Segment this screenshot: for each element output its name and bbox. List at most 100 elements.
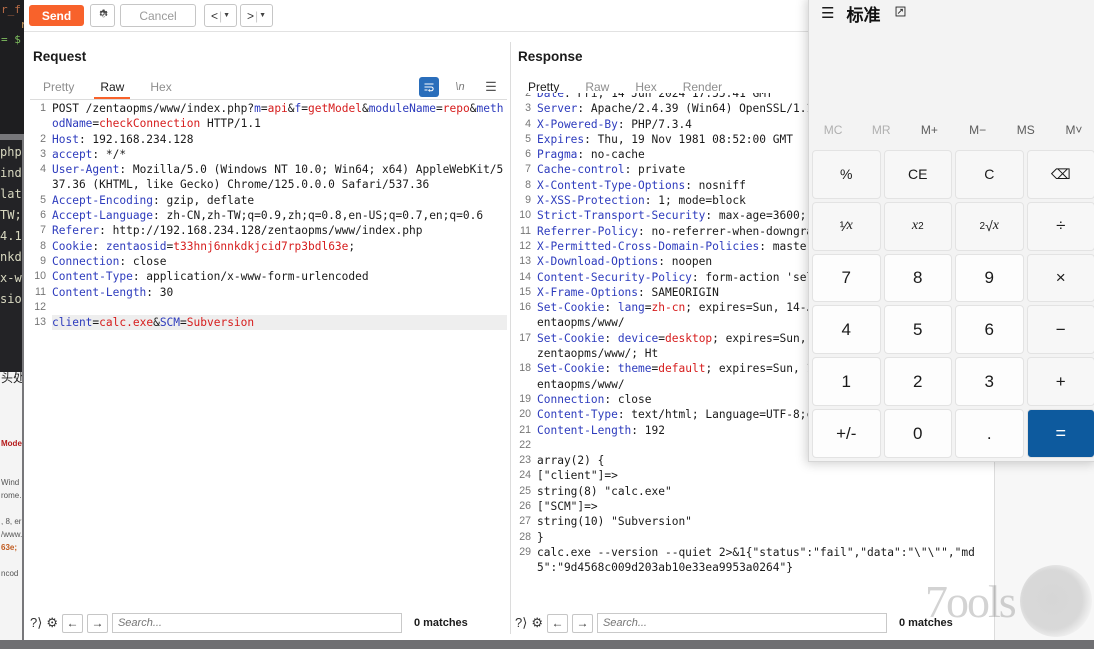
line-number: 5 bbox=[40, 193, 46, 206]
calculator-key-digit-3[interactable]: 3 bbox=[955, 357, 1024, 407]
calculator-key-decimal-point[interactable]: . bbox=[955, 409, 1024, 458]
code-line: 29 calc.exe --version --quiet 2>&1{"statu… bbox=[515, 545, 992, 576]
code-line: 25 string(8) "calc.exe" bbox=[515, 484, 992, 499]
calculator-key-divide[interactable]: ÷ bbox=[1026, 201, 1094, 251]
code-line-text: Accept-Language: zh-CN,zh-TW;q=0.9,zh;q=… bbox=[52, 209, 484, 223]
code-line: 9 Connection: close bbox=[30, 254, 507, 269]
code-line: 6 Accept-Language: zh-CN,zh-TW;q=0.9,zh;q… bbox=[30, 208, 507, 223]
background-browser-window: 头处 Mode Wind rome. , 8, er /www. 63e; nc… bbox=[0, 372, 22, 649]
calculator-key-equals[interactable]: = bbox=[1026, 409, 1094, 458]
code-line-text: User-Agent: Mozilla/5.0 (Windows NT 10.0… bbox=[52, 163, 504, 192]
background-terminal-line: re bbox=[20, 18, 24, 31]
search-settings-icon[interactable]: ⚙ bbox=[46, 615, 58, 631]
code-line: 8 Cookie: zentaosid=t33hnj6nnkdkjcid7rp3b… bbox=[30, 239, 507, 254]
background-terminal-line: r_f bbox=[1, 3, 21, 16]
calculator-memory-m[interactable]: M− bbox=[954, 115, 1002, 145]
line-number: 9 bbox=[40, 254, 46, 267]
calculator-key-clear[interactable]: C bbox=[955, 150, 1024, 199]
settings-button[interactable] bbox=[90, 4, 115, 27]
calculator-key-add[interactable]: + bbox=[1026, 357, 1094, 407]
chevron-right-icon: > bbox=[246, 8, 254, 23]
background-sliver-line: 63e; bbox=[1, 543, 18, 552]
background-sliver-line: , 8, er bbox=[1, 517, 22, 526]
tab-request-raw[interactable]: Raw bbox=[87, 75, 137, 99]
chevron-down-icon[interactable]: ▼ bbox=[259, 12, 266, 19]
code-line: 28} bbox=[515, 530, 992, 545]
calculator-memory-ms[interactable]: MS bbox=[1002, 115, 1050, 145]
previous-request-button[interactable]: < | ▼ bbox=[204, 4, 237, 27]
calculator-memory-mc[interactable]: MC bbox=[809, 115, 857, 145]
newline-icon[interactable]: \n bbox=[450, 77, 470, 97]
calculator-key-multiply[interactable]: × bbox=[1026, 253, 1094, 303]
line-number: 6 bbox=[40, 209, 46, 222]
word-wrap-icon[interactable] bbox=[419, 77, 439, 97]
calculator-key-digit-7[interactable]: 7 bbox=[812, 253, 881, 303]
help-icon[interactable]: ?⟩ bbox=[30, 615, 42, 631]
line-number: 1 bbox=[40, 102, 46, 114]
calculator-key-digit-2[interactable]: 2 bbox=[883, 357, 952, 407]
calculator-memory-m[interactable]: M˅ bbox=[1050, 115, 1094, 145]
code-line: 1 POST /zentaopms/www/index.php?m=api&f=g… bbox=[30, 101, 507, 132]
calculator-key-percent[interactable]: % bbox=[812, 150, 881, 199]
calculator-key-digit-4[interactable]: 4 bbox=[812, 305, 881, 355]
search-prev-button[interactable]: ← bbox=[546, 613, 568, 633]
calculator-key-digit-1[interactable]: 1 bbox=[812, 357, 881, 407]
background-sliver-line: /www. bbox=[1, 530, 22, 539]
keep-on-top-icon[interactable] bbox=[894, 5, 907, 21]
line-number: 2 bbox=[525, 93, 531, 99]
line-number: 19 bbox=[519, 392, 531, 405]
calculator-keypad: % CE C ⌫ ¹⁄ x x 2 2 √ x ÷ 7 8 9 × 4 5 6− 1 2 3 + +/- 0. = bbox=[812, 150, 1094, 458]
request-code-editor[interactable]: 1 POST /zentaopms/www/index.php?m=api&f=g… bbox=[30, 101, 507, 621]
background-code-line: php bbox=[0, 145, 22, 159]
calculator-key-plus-minus[interactable]: +/- bbox=[812, 409, 881, 458]
tab-request-pretty[interactable]: Pretty bbox=[30, 75, 87, 99]
calculator-key-reciprocal[interactable]: ¹⁄ x bbox=[812, 201, 881, 251]
cancel-button[interactable]: Cancel bbox=[120, 4, 196, 27]
code-line: 26 ["SCM"]=> bbox=[515, 499, 992, 514]
background-code-window: php ind lat TW; 4.1 nkd x-w sio bbox=[0, 140, 22, 372]
help-icon[interactable]: ?⟩ bbox=[515, 615, 527, 631]
tab-request-hex[interactable]: Hex bbox=[137, 75, 184, 99]
line-number: 24 bbox=[519, 469, 531, 482]
search-next-button[interactable]: → bbox=[571, 613, 593, 633]
menu-icon[interactable]: ☰ bbox=[481, 77, 501, 97]
calculator-key-square[interactable]: x2 bbox=[883, 201, 952, 251]
code-line-text: Host: 192.168.234.128 bbox=[52, 132, 194, 146]
line-number: 28 bbox=[519, 530, 531, 543]
next-request-button[interactable]: > | ▼ bbox=[240, 4, 273, 27]
calculator-memory-mr[interactable]: MR bbox=[857, 115, 905, 145]
calculator-key-digit-9[interactable]: 9 bbox=[955, 253, 1024, 303]
line-number: 11 bbox=[35, 285, 46, 298]
request-search-input[interactable] bbox=[111, 613, 402, 633]
background-sliver-line: rome. bbox=[1, 491, 22, 500]
calculator-memory-m[interactable]: M+ bbox=[905, 115, 953, 145]
calculator-key-digit-6[interactable]: 6 bbox=[955, 305, 1024, 355]
background-code-line: 4.1 bbox=[0, 229, 22, 243]
line-number: 17 bbox=[519, 331, 531, 344]
chevron-down-icon[interactable]: ▼ bbox=[223, 12, 230, 19]
hamburger-menu-icon[interactable]: ☰ bbox=[821, 4, 834, 22]
send-button[interactable]: Send bbox=[29, 5, 84, 26]
calculator-key-subtract[interactable]: − bbox=[1026, 305, 1094, 355]
response-search-input[interactable] bbox=[596, 613, 887, 633]
request-match-count: 0 matches bbox=[413, 617, 468, 629]
calculator-key-clear-entry[interactable]: CE bbox=[883, 150, 952, 199]
code-line: 7 Referer: http://192.168.234.128/zentaop… bbox=[30, 223, 507, 238]
panel-divider[interactable] bbox=[510, 42, 511, 634]
calculator-key-digit-5[interactable]: 5 bbox=[883, 305, 952, 355]
calculator-key-digit-8[interactable]: 8 bbox=[883, 253, 952, 303]
search-prev-button[interactable]: ← bbox=[61, 613, 83, 633]
background-code-line: TW; bbox=[0, 208, 22, 222]
line-number: 12 bbox=[34, 300, 46, 313]
line-number: 13 bbox=[519, 255, 531, 268]
code-line: 2 Host: 192.168.234.128 bbox=[30, 132, 507, 147]
calculator-key-backspace[interactable]: ⌫ bbox=[1026, 150, 1094, 199]
search-next-button[interactable]: → bbox=[86, 613, 108, 633]
calculator-titlebar: ☰ 标准 bbox=[809, 0, 1094, 29]
calculator-key-digit-0[interactable]: 0 bbox=[883, 409, 952, 458]
calculator-key-square-root[interactable]: 2 √ x bbox=[955, 201, 1024, 251]
line-number: 21 bbox=[519, 423, 531, 436]
background-terminal-window: r_f re = $ bbox=[0, 0, 24, 134]
line-number: 11 bbox=[520, 224, 531, 237]
search-settings-icon[interactable]: ⚙ bbox=[531, 615, 543, 631]
